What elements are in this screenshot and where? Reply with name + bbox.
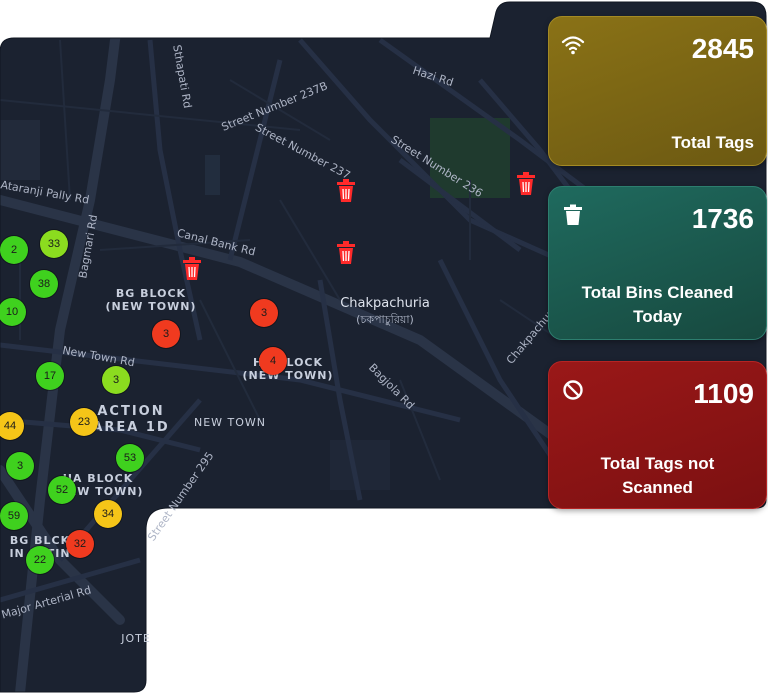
place-name: Chakpachuria xyxy=(340,296,430,311)
area-label: HC BLOCK (NEW TOWN) xyxy=(238,356,338,382)
trash-icon xyxy=(564,204,582,225)
cluster-marker[interactable]: 23 xyxy=(70,408,98,436)
total-tags-value: 2845 xyxy=(691,33,754,64)
place-name-local: (চকপাচুরিয়া) xyxy=(356,313,414,326)
area-label-text: NEW TOWN xyxy=(193,416,267,429)
bins-cleaned-value: 1736 xyxy=(691,203,754,234)
area-label: JOTE xyxy=(116,632,156,645)
trash-bin-icon[interactable] xyxy=(515,172,537,196)
blocked-icon xyxy=(563,380,583,400)
total-tags-card[interactable]: 2845 Total Tags xyxy=(548,16,767,166)
area-label: NEW TOWN xyxy=(190,416,270,429)
total-tags-label: Total Tags xyxy=(671,133,755,152)
tags-not-scanned-label: Total Tags not Scanned xyxy=(600,454,715,497)
cluster-marker[interactable]: 2 xyxy=(0,236,28,264)
bins-cleaned-card[interactable]: 1736 Total Bins Cleaned Today xyxy=(548,186,767,340)
cluster-marker[interactable]: 3 xyxy=(152,320,180,348)
cluster-marker[interactable]: 3 xyxy=(102,366,130,394)
wifi-icon xyxy=(561,36,585,55)
area-label-text: BG BLOCK (NEW TOWN) xyxy=(105,287,197,313)
cluster-marker[interactable]: 59 xyxy=(0,502,28,530)
cluster-marker[interactable]: 32 xyxy=(66,530,94,558)
cluster-marker[interactable]: 3 xyxy=(250,299,278,327)
area-label-text: JOTE xyxy=(121,632,151,645)
cluster-marker[interactable]: 3 xyxy=(6,452,34,480)
cluster-marker[interactable]: 38 xyxy=(30,270,58,298)
cluster-marker[interactable]: 53 xyxy=(116,444,144,472)
tags-not-scanned-card[interactable]: 1109 Total Tags not Scanned xyxy=(548,361,767,509)
area-label-text: ACTION AREA 1D xyxy=(92,404,170,435)
area-label-text: HC BLOCK (NEW TOWN) xyxy=(242,356,334,382)
trash-bin-icon[interactable] xyxy=(335,179,357,203)
trash-bin-icon[interactable] xyxy=(181,257,203,281)
place-label: Chakpachuria (চকপাচুরিয়া) xyxy=(320,296,450,328)
cluster-marker[interactable]: 34 xyxy=(94,500,122,528)
cluster-marker[interactable]: 4 xyxy=(259,347,287,375)
bins-cleaned-label: Total Bins Cleaned Today xyxy=(581,283,734,326)
cluster-marker[interactable]: 33 xyxy=(40,230,68,258)
cluster-marker[interactable]: 17 xyxy=(36,362,64,390)
cluster-marker[interactable]: 22 xyxy=(26,546,54,574)
trash-bin-icon[interactable] xyxy=(335,241,357,265)
tags-not-scanned-value: 1109 xyxy=(693,378,754,409)
area-label: BG BLOCK (NEW TOWN) xyxy=(96,287,206,313)
cluster-marker[interactable]: 52 xyxy=(48,476,76,504)
